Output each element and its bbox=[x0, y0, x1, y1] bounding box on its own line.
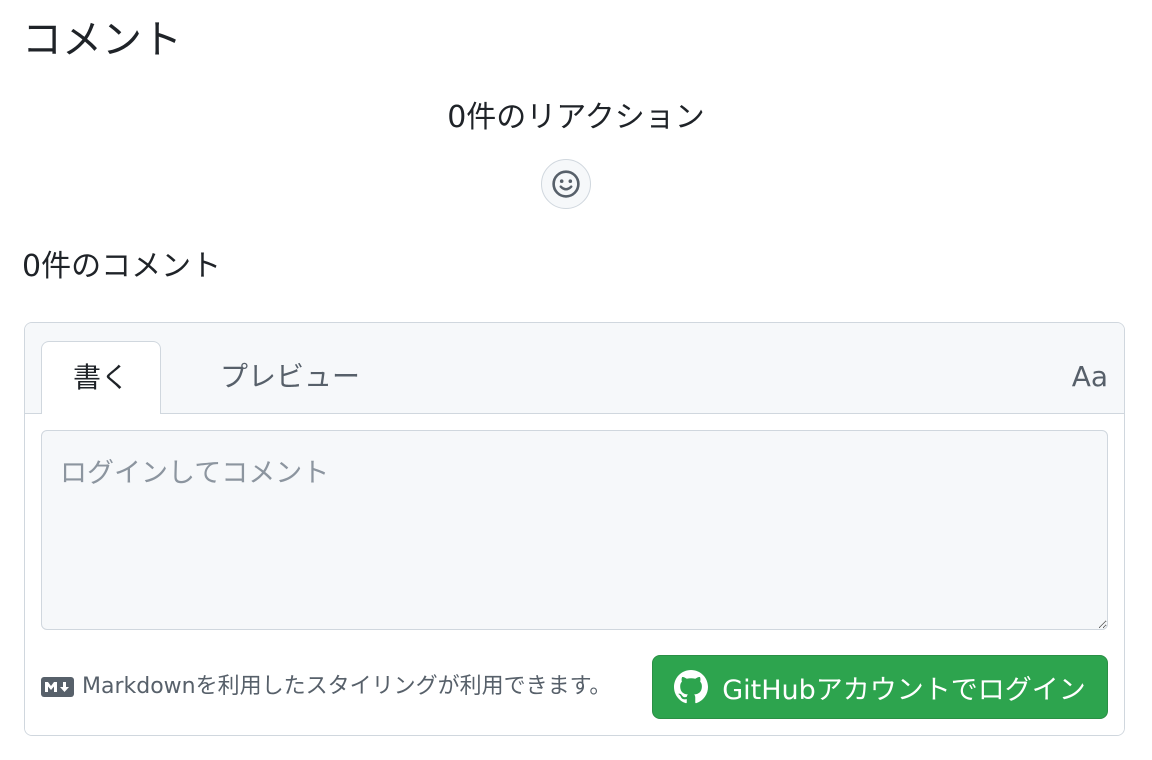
comment-editor: 書く プレビュー Aa Markdownを利用したスタイリングが利用できます。 bbox=[24, 322, 1125, 736]
markdown-hint[interactable]: Markdownを利用したスタイリングが利用できます。 bbox=[41, 672, 611, 702]
editor-body: Markdownを利用したスタイリングが利用できます。 GitHubアカウントで… bbox=[25, 414, 1124, 735]
markdown-hint-text: Markdownを利用したスタイリングが利用できます。 bbox=[82, 674, 612, 699]
section-title: コメント bbox=[22, 17, 182, 63]
add-reaction-button[interactable] bbox=[541, 159, 591, 209]
github-login-label: GitHubアカウントでログイン bbox=[722, 674, 1086, 706]
comments-count-heading: 0件のコメント bbox=[22, 249, 222, 284]
reactions-count-heading: 0件のリアクション bbox=[447, 100, 705, 135]
monospace-toggle-button[interactable]: Aa bbox=[1072, 357, 1108, 397]
editor-footer: Markdownを利用したスタイリングが利用できます。 GitHubアカウントで… bbox=[41, 654, 1108, 720]
smiley-icon bbox=[552, 170, 580, 198]
github-icon bbox=[674, 670, 709, 704]
comments-page: コメント 0件のリアクション 0件のコメント 書く プレビュー Aa ログインし… bbox=[0, 0, 1152, 760]
editor-tab-bar: 書く プレビュー Aa bbox=[25, 323, 1124, 415]
github-login-button[interactable]: GitHubアカウントでログイン bbox=[652, 655, 1108, 719]
comment-input[interactable] bbox=[41, 430, 1108, 630]
markdown-icon bbox=[41, 677, 74, 697]
tab-preview[interactable]: プレビュー bbox=[185, 341, 395, 415]
tab-write[interactable]: 書く bbox=[41, 341, 161, 415]
